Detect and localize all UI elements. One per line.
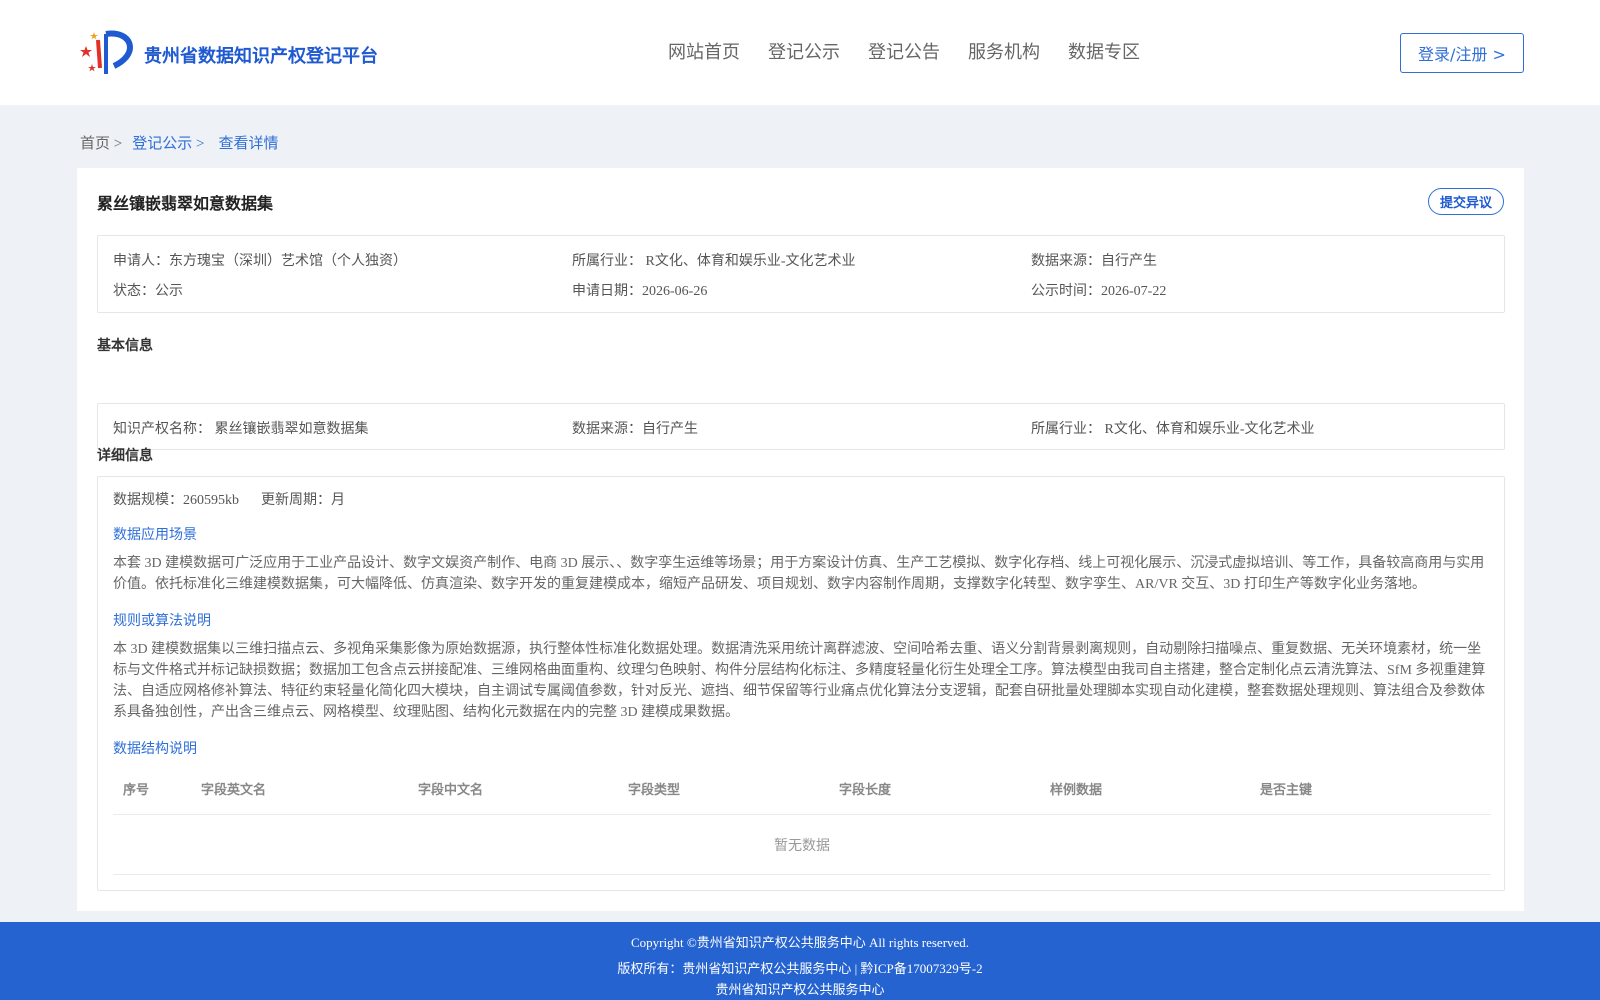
breadcrumb: 首页 > 登记公示 > 查看详情 xyxy=(80,132,278,153)
basic-info-box: 知识产权名称： 累丝镶嵌翡翠如意数据集 数据来源：自行产生 所属行业： R文化、… xyxy=(97,403,1505,450)
apply-date-field: 申请日期：2026-06-26 xyxy=(572,284,708,299)
footer-rights: 版权所有：贵州省知识产权公共服务中心 | 黔ICP备17007329号-2 xyxy=(617,961,983,976)
basic-info-title: 基本信息 xyxy=(97,338,153,354)
th-field-en: 字段英文名 xyxy=(201,783,267,798)
scenario-title: 数据应用场景 xyxy=(113,528,197,543)
th-sample: 样例数据 xyxy=(1050,783,1103,798)
footer-copyright: Copyright ©贵州省知识产权公共服务中心 All rights rese… xyxy=(630,935,970,950)
basic-industry-field: 所属行业： R文化、体育和娱乐业-文化艺术业 xyxy=(1031,422,1315,437)
site-title: 贵州省数据知识产权登记平台 xyxy=(144,46,378,67)
th-field-type: 字段类型 xyxy=(628,783,681,798)
table-empty-state: 暂无数据 xyxy=(113,815,1491,875)
th-primary-key: 是否主键 xyxy=(1260,783,1313,798)
nav-data-zone[interactable]: 数据专区 xyxy=(1068,38,1140,64)
main-nav: 网站首页 登记公示 登记公告 服务机构 数据专区 xyxy=(668,38,1168,64)
nav-service-agencies[interactable]: 服务机构 xyxy=(968,38,1040,64)
top-header: 贵州省数据知识产权登记平台 网站首页 登记公示 登记公告 服务机构 数据专区 登… xyxy=(0,0,1600,105)
detail-info-box: 数据规模：260595kb 更新周期：月 数据应用场景 本套 3D 建模数据可广… xyxy=(97,476,1505,891)
scenario-text: 本套 3D 建模数据可广泛应用于工业产品设计、数字文娱资产制作、电商 3D 展示… xyxy=(113,556,1485,592)
algorithm-title: 规则或算法说明 xyxy=(113,614,211,629)
ip-name-field: 知识产权名称： 累丝镶嵌翡翠如意数据集 xyxy=(113,422,369,437)
breadcrumb-current: 查看详情 xyxy=(218,136,279,152)
publish-time-field: 公示时间：2026-07-22 xyxy=(1031,284,1167,299)
th-field-length: 字段长度 xyxy=(839,783,892,798)
breadcrumb-home[interactable]: 首页 > xyxy=(80,132,122,153)
structure-table-header: 序号 字段英文名 字段中文名 字段类型 字段长度 样例数据 是否主键 xyxy=(113,777,1491,815)
login-register-button[interactable]: 登录/注册 > xyxy=(1400,33,1524,73)
footer-org: 贵州省知识产权公共服务中心 xyxy=(715,982,885,997)
detail-info-title: 详细信息 xyxy=(97,448,153,464)
submit-objection-button[interactable]: 提交异议 xyxy=(1428,188,1504,215)
status-field: 状态：公示 xyxy=(113,284,183,299)
industry-field: 所属行业： R文化、体育和娱乐业-文化艺术业 xyxy=(572,254,856,269)
basic-data-source-field: 数据来源：自行产生 xyxy=(572,422,698,437)
applicant-field: 申请人：东方瑰宝（深圳）艺术馆（个人独资） xyxy=(113,254,407,269)
nav-registration-announcement[interactable]: 登记公告 xyxy=(868,38,940,64)
update-cycle-field: 更新周期：月 xyxy=(261,493,345,508)
algorithm-text: 本 3D 建模数据集以三维扫描点云、多视角采集影像为原始数据源，执行整体性标准化… xyxy=(113,642,1486,720)
nav-registration-publicity[interactable]: 登记公示 xyxy=(768,38,840,64)
record-title: 累丝镶嵌翡翠如意数据集 xyxy=(97,194,274,213)
data-source-field: 数据来源：自行产生 xyxy=(1031,254,1157,269)
th-index: 序号 xyxy=(123,783,150,798)
breadcrumb-registration-publicity[interactable]: 登记公示 > xyxy=(132,132,204,153)
page-footer: Copyright ©贵州省知识产权公共服务中心 All rights rese… xyxy=(0,922,1600,1000)
platform-logo-icon[interactable] xyxy=(80,28,138,78)
nav-home[interactable]: 网站首页 xyxy=(668,38,740,64)
structure-title: 数据结构说明 xyxy=(113,742,197,757)
detail-card: 累丝镶嵌翡翠如意数据集 提交异议 申请人：东方瑰宝（深圳）艺术馆（个人独资） 所… xyxy=(77,168,1524,911)
th-field-cn: 字段中文名 xyxy=(418,783,484,798)
data-scale-field: 数据规模：260595kb xyxy=(113,493,239,508)
record-summary-box: 申请人：东方瑰宝（深圳）艺术馆（个人独资） 所属行业： R文化、体育和娱乐业-文… xyxy=(97,235,1505,313)
